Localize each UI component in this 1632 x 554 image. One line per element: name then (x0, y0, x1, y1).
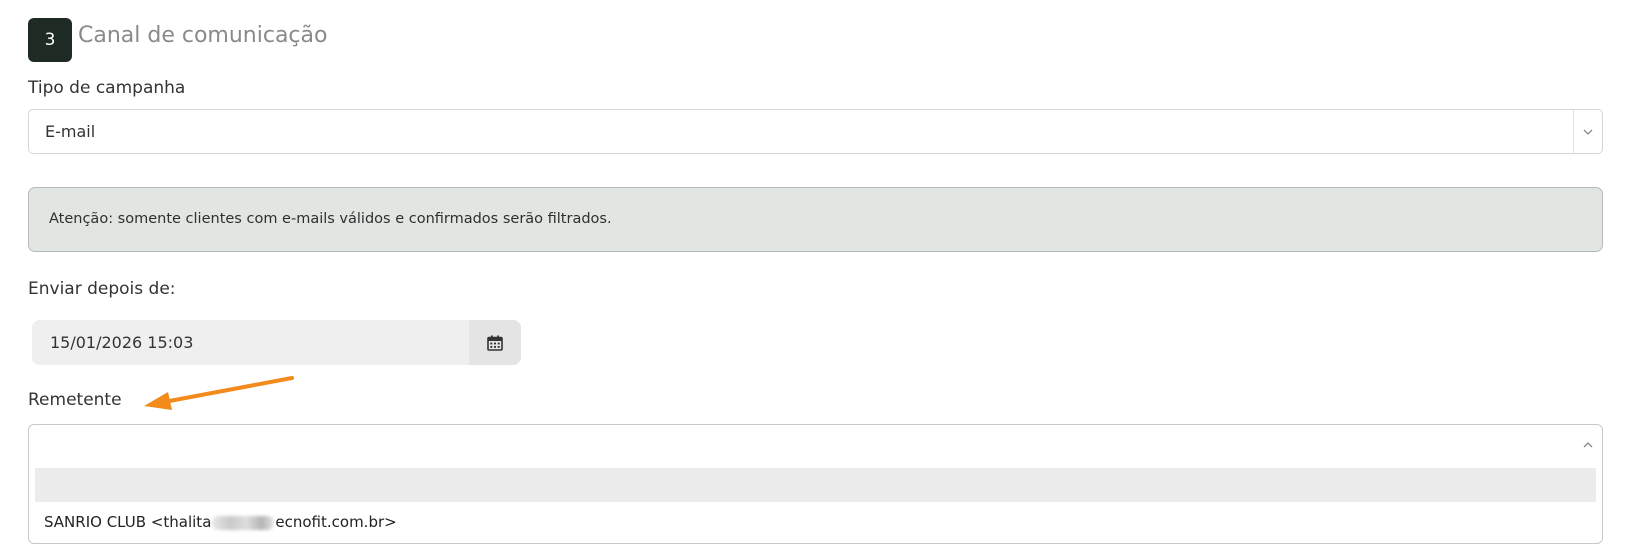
redacted-email-blur (212, 515, 275, 530)
sender-select[interactable]: SANRIO CLUB <thalita ecnofit.com.br> (28, 424, 1603, 544)
calendar-icon (487, 335, 503, 351)
send-after-field: 15/01/2026 15:03 (32, 320, 521, 365)
page: 3 Canal de comunicação Tipo de campanha … (0, 0, 1632, 554)
campaign-type-select[interactable]: E-mail (28, 109, 1603, 154)
step-badge: 3 (28, 18, 72, 62)
section-title: Canal de comunicação (78, 22, 328, 48)
sender-label: Remetente (28, 390, 122, 410)
campaign-type-label: Tipo de campanha (28, 78, 186, 98)
sender-option-empty[interactable] (35, 468, 1596, 502)
sender-option-sanrio-club[interactable]: SANRIO CLUB <thalita ecnofit.com.br> (44, 507, 1584, 537)
section-header: 3 Canal de comunicação (28, 18, 327, 62)
chevron-down-icon (1583, 129, 1593, 135)
alert-box: Atenção: somente clientes com e-mails vá… (28, 187, 1603, 252)
calendar-button[interactable] (469, 320, 521, 365)
arrow-annotation (144, 376, 294, 410)
sender-option-label-prefix: SANRIO CLUB <thalita (44, 513, 212, 531)
sender-option-label-suffix: ecnofit.com.br> (275, 513, 397, 531)
select-divider (1573, 110, 1574, 153)
alert-text: Atenção: somente clientes com e-mails vá… (49, 211, 612, 227)
send-after-label: Enviar depois de: (28, 279, 176, 299)
campaign-type-value: E-mail (45, 122, 96, 141)
chevron-up-icon (1583, 442, 1593, 448)
send-after-input[interactable]: 15/01/2026 15:03 (32, 320, 469, 365)
